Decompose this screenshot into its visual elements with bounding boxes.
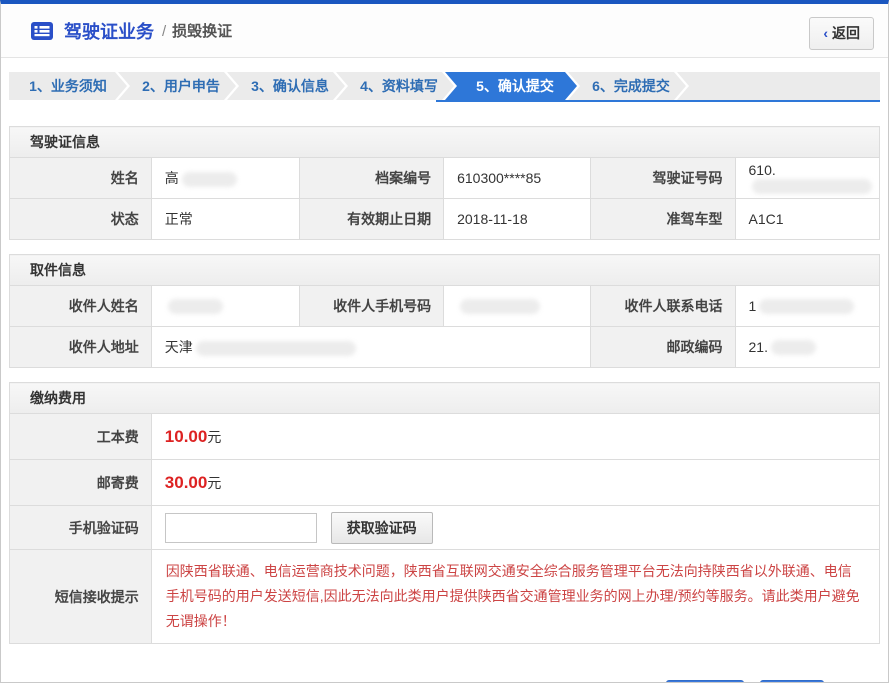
postage-fee-amount: 30.00: [165, 473, 208, 492]
pickup-info-table: 取件信息 收件人姓名 收件人手机号码 收件人联系电话 1 收件人地址 天津 邮政…: [9, 254, 880, 368]
redaction-smudge: [168, 299, 223, 314]
back-chevron-icon: ‹: [823, 25, 828, 41]
fee-unit: 元: [207, 429, 221, 445]
get-sms-code-button[interactable]: 获取验证码: [331, 512, 433, 544]
recipient-name-value: [151, 286, 299, 327]
fees-section-title: 缴纳费用: [10, 383, 880, 414]
fees-section: 缴纳费用 工本费 10.00元 邮寄费 30.00元 手机验证码 获取验证码 短…: [9, 382, 880, 644]
file-number-value: 610300****85: [444, 158, 591, 199]
file-number-label: 档案编号: [299, 158, 443, 199]
recipient-mobile-label: 收件人手机号码: [299, 286, 443, 327]
status-label: 状态: [10, 199, 152, 240]
fees-table: 缴纳费用 工本费 10.00元 邮寄费 30.00元 手机验证码 获取验证码 短…: [9, 382, 880, 644]
back-button-label: 返回: [832, 25, 860, 41]
redaction-smudge: [182, 172, 237, 187]
sms-code-input[interactable]: [165, 513, 317, 543]
expiry-date-value: 2018-11-18: [444, 199, 591, 240]
license-number-label: 驾驶证号码: [591, 158, 735, 199]
recipient-phone-value: 1: [735, 286, 879, 327]
step-2-user-declaration[interactable]: 2、用户申告: [118, 72, 236, 100]
table-row: 工本费 10.00元: [10, 414, 880, 460]
sms-code-label: 手机验证码: [10, 506, 152, 550]
vehicle-class-label: 准驾车型: [591, 199, 735, 240]
table-row: 收件人姓名 收件人手机号码 收件人联系电话 1: [10, 286, 880, 327]
header: 驾驶证业务 / 损毁换证 ‹返回: [1, 4, 888, 58]
step-4-fill-data[interactable]: 4、资料填写: [336, 72, 454, 100]
table-row: 收件人地址 天津 邮政编码 21.: [10, 327, 880, 368]
table-row: 状态 正常 有效期止日期 2018-11-18 准驾车型 A1C1: [10, 199, 880, 240]
recipient-address-label: 收件人地址: [10, 327, 152, 368]
license-info-table: 驾驶证信息 姓名 高 档案编号 610300****85 驾驶证号码 610. …: [9, 126, 880, 240]
postage-fee-value: 30.00元: [151, 460, 879, 506]
status-value: 正常: [151, 199, 299, 240]
postcode-label: 邮政编码: [591, 327, 735, 368]
pickup-info-section: 取件信息 收件人姓名 收件人手机号码 收件人联系电话 1 收件人地址 天津 邮政…: [9, 254, 880, 368]
license-section-title: 驾驶证信息: [10, 127, 880, 158]
step-1-business-notice[interactable]: 1、业务须知: [9, 72, 127, 100]
license-card-icon: [31, 22, 53, 40]
recipient-address-value: 天津: [151, 327, 590, 368]
recipient-phone-label: 收件人联系电话: [591, 286, 735, 327]
fee-unit: 元: [207, 475, 221, 491]
breadcrumb-current: 损毁换证: [172, 23, 232, 40]
step-6-complete-submit[interactable]: 6、完成提交: [568, 72, 686, 100]
step-5-confirm-submit[interactable]: 5、确认提交: [445, 72, 577, 100]
back-button[interactable]: ‹返回: [809, 17, 874, 50]
name-label: 姓名: [10, 158, 152, 199]
vehicle-class-value: A1C1: [735, 199, 879, 240]
production-fee-label: 工本费: [10, 414, 152, 460]
sms-code-cell: 获取验证码: [151, 506, 879, 550]
step-3-confirm-info[interactable]: 3、确认信息: [227, 72, 345, 100]
production-fee-amount: 10.00: [165, 427, 208, 446]
step-bar-filler: [677, 72, 880, 100]
postage-fee-label: 邮寄费: [10, 460, 152, 506]
step-progress-bar: 1、业务须知 2、用户申告 3、确认信息 4、资料填写 5、确认提交 6、完成提…: [9, 72, 880, 100]
sms-notice-label: 短信接收提示: [10, 550, 152, 644]
table-row: 邮寄费 30.00元: [10, 460, 880, 506]
breadcrumb: / 损毁换证: [162, 20, 232, 41]
redaction-smudge: [752, 179, 872, 194]
page-title: 驾驶证业务: [64, 18, 154, 44]
table-row: 短信接收提示 因陕西省联通、电信运营商技术问题，陕西省互联网交通安全综合服务管理…: [10, 550, 880, 644]
table-row: 姓名 高 档案编号 610300****85 驾驶证号码 610.: [10, 158, 880, 199]
page: 驾驶证业务 / 损毁换证 ‹返回 1、业务须知 2、用户申告 3、确认信息 4、资…: [0, 0, 889, 683]
license-number-value: 610.: [735, 158, 879, 199]
redaction-smudge: [196, 341, 356, 356]
breadcrumb-divider: /: [162, 23, 166, 40]
pickup-section-title: 取件信息: [10, 255, 880, 286]
sms-notice-text: 因陕西省联通、电信运营商技术问题，陕西省互联网交通安全综合服务管理平台无法向持陕…: [151, 550, 879, 644]
license-info-section: 驾驶证信息 姓名 高 档案编号 610300****85 驾驶证号码 610. …: [9, 126, 880, 240]
name-value: 高: [151, 158, 299, 199]
expiry-date-label: 有效期止日期: [299, 199, 443, 240]
production-fee-value: 10.00元: [151, 414, 879, 460]
redaction-smudge: [759, 299, 854, 314]
redaction-smudge: [460, 299, 540, 314]
recipient-name-label: 收件人姓名: [10, 286, 152, 327]
recipient-mobile-value: [444, 286, 591, 327]
redaction-smudge: [771, 340, 816, 355]
table-row: 手机验证码 获取验证码: [10, 506, 880, 550]
postcode-value: 21.: [735, 327, 879, 368]
